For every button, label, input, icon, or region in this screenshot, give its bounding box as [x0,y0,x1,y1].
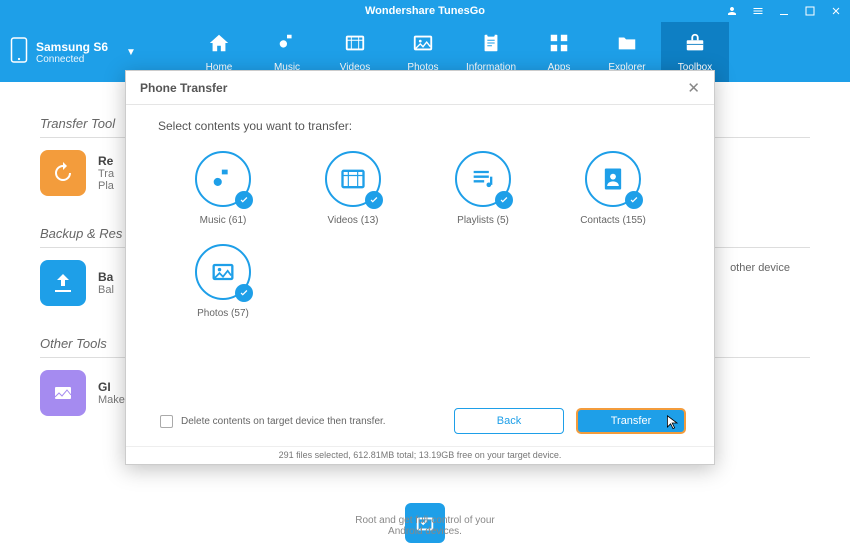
transfer-button[interactable]: Transfer [576,408,686,434]
chevron-down-icon: ▼ [126,47,136,58]
delete-checkbox-wrap[interactable]: Delete contents on target device then tr… [160,415,454,428]
device-selector[interactable]: Samsung S6 Connected ▼ [10,36,165,69]
explorer-icon [616,32,638,59]
user-icon[interactable] [726,5,738,17]
modal-title: Phone Transfer [140,81,227,95]
content-music-label: Music (61) [200,215,247,226]
bg-backup-title: Ba [98,270,114,284]
phone-icon [10,36,28,69]
title-bar: Wondershare TunesGo [0,0,850,22]
modal-header: Phone Transfer ✕ [126,71,714,105]
check-icon [495,191,513,209]
footer-text: Root and get full-control of your Androi… [0,515,850,537]
device-name: Samsung S6 [36,40,108,54]
modal-close-button[interactable]: ✕ [687,79,700,97]
content-photos[interactable]: Photos (57) [158,244,288,319]
back-button-label: Back [497,415,521,427]
content-playlists[interactable]: Playlists (5) [418,151,548,226]
close-icon[interactable] [830,5,842,17]
videos-icon [344,32,366,59]
backup-icon [40,260,86,306]
phone-transfer-modal: Phone Transfer ✕ Select contents you wan… [125,70,715,465]
bg-rebuild-title: Re [98,154,114,168]
back-button[interactable]: Back [454,408,564,434]
footer-l1: Root and get full-control of your [355,515,495,526]
right-peek-text: other device [730,262,790,274]
modal-status: 291 files selected, 612.81MB total; 13.1… [126,446,714,464]
maximize-icon[interactable] [804,5,816,17]
transfer-button-label: Transfer [611,415,652,427]
photos-icon [412,32,434,59]
content-contacts-label: Contacts (155) [580,215,646,226]
bg-rebuild-l2: Pla [98,180,114,192]
menu-icon[interactable] [752,5,764,17]
cursor-icon [666,415,680,434]
footer-l2: Android devices. [388,526,462,537]
content-videos-label: Videos (13) [328,215,379,226]
content-playlists-label: Playlists (5) [457,215,509,226]
minimize-icon[interactable] [778,5,790,17]
check-icon [235,191,253,209]
toolbox-icon [684,32,706,59]
content-photos-label: Photos (57) [197,308,249,319]
app-title: Wondershare TunesGo [365,5,485,17]
device-status: Connected [36,54,108,65]
bg-backup-l1: Bal [98,284,114,296]
bg-rebuild-l1: Tra [98,168,114,180]
check-icon [365,191,383,209]
delete-checkbox[interactable] [160,415,173,428]
home-icon [208,32,230,59]
modal-instruction: Select contents you want to transfer: [158,119,682,133]
delete-checkbox-label: Delete contents on target device then tr… [181,416,386,427]
information-icon [480,32,502,59]
music-icon [276,32,298,59]
check-icon [625,191,643,209]
check-icon [235,284,253,302]
content-contacts[interactable]: Contacts (155) [548,151,678,226]
content-music[interactable]: Music (61) [158,151,288,226]
apps-icon [548,32,570,59]
rebuild-icon [40,150,86,196]
gif-icon [40,370,86,416]
content-videos[interactable]: Videos (13) [288,151,418,226]
